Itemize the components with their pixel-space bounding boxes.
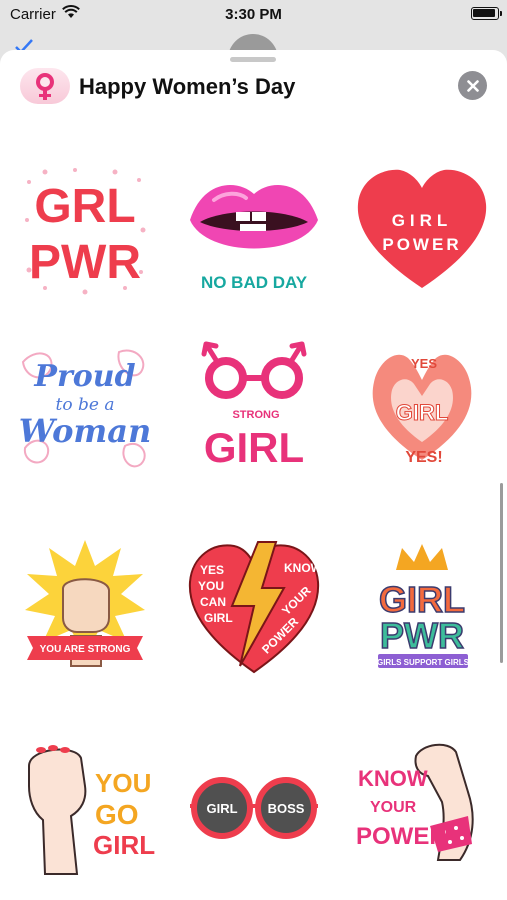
status-time: 3:30 PM [225, 6, 282, 23]
female-symbol-icon [36, 73, 54, 100]
sticker-no-bad-day[interactable]: NO BAD DAY [184, 160, 324, 300]
sticker-text: POWER [382, 235, 461, 254]
sticker-grl-pwr[interactable]: GRL PWR [15, 160, 155, 300]
close-button[interactable] [458, 71, 487, 100]
close-icon [466, 79, 479, 92]
sticker-text: GIRL [93, 830, 155, 860]
sheet-header: Happy Women’s Day [0, 66, 507, 108]
sticker-text: GIRL [204, 611, 233, 625]
sticker-text: YOUR [370, 799, 417, 816]
sticker-text: PWR [380, 615, 464, 656]
sticker-text: BOSS [268, 801, 305, 816]
sticker-text: YOU [198, 579, 224, 593]
sticker-text: YOU [95, 768, 151, 798]
status-bar: Carrier 3:30 PM [0, 0, 507, 30]
sticker-girl-boss[interactable]: GIRL BOSS [184, 736, 324, 876]
sticker-sheet: Happy Women’s Day GRL PWR NO BAD DAY GIR… [0, 50, 507, 900]
sticker-text: Proud [33, 359, 135, 394]
sticker-text: KNOW [284, 561, 323, 575]
sticker-text: CAN [200, 595, 226, 609]
sticker-text: KNOW [358, 766, 428, 791]
scrollbar[interactable] [500, 483, 503, 663]
sticker-text: YES! [405, 449, 442, 466]
sheet-grabber[interactable] [230, 57, 276, 62]
sticker-text: GIRL [204, 424, 304, 471]
sticker-yes-girl[interactable]: YES GIRL YES! [352, 338, 492, 478]
sticker-text: GIRL [206, 801, 237, 816]
sticker-you-go-girl[interactable]: YOU GO GIRL [15, 736, 155, 876]
sticker-text: GIRL [392, 211, 453, 230]
sticker-text: GIRL [396, 400, 449, 425]
sticker-text: YES [411, 356, 437, 371]
sticker-text: PWR [29, 236, 141, 289]
page-title: Happy Women’s Day [79, 74, 296, 99]
sticker-girl-power-heart[interactable]: GIRL POWER [352, 160, 492, 300]
app-icon [20, 68, 70, 104]
screen: Carrier 3:30 PM Happy Women’s Day GRL PW… [0, 0, 507, 900]
sticker-text: YOU ARE STRONG [40, 644, 131, 655]
sticker-know-your-power[interactable]: YES YOU CAN GIRL KNOW YOUR POWER [184, 536, 324, 676]
sticker-text: GIRLS SUPPORT GIRLS [377, 658, 470, 667]
sticker-girl-pwr-crown[interactable]: GIRL PWR GIRLS SUPPORT GIRLS [352, 536, 492, 676]
sticker-strong-girl[interactable]: STRONG GIRL [184, 338, 324, 478]
sticker-you-are-strong[interactable]: YOU ARE STRONG [15, 536, 155, 676]
sticker-text: GO [95, 799, 139, 830]
sticker-text: GRL [34, 180, 135, 233]
sticker-text: GIRL [379, 579, 465, 620]
battery-icon [471, 7, 502, 20]
sticker-text: NO BAD DAY [201, 273, 308, 292]
sticker-text: POWER [356, 823, 447, 850]
sticker-text: Woman [19, 412, 152, 450]
sticker-proud-woman[interactable]: Proud to be a Woman [15, 338, 155, 478]
sticker-text: STRONG [232, 409, 279, 421]
sticker-text: YES [200, 563, 224, 577]
sticker-know-your-power-arm[interactable]: KNOW YOUR POWER [352, 736, 492, 876]
